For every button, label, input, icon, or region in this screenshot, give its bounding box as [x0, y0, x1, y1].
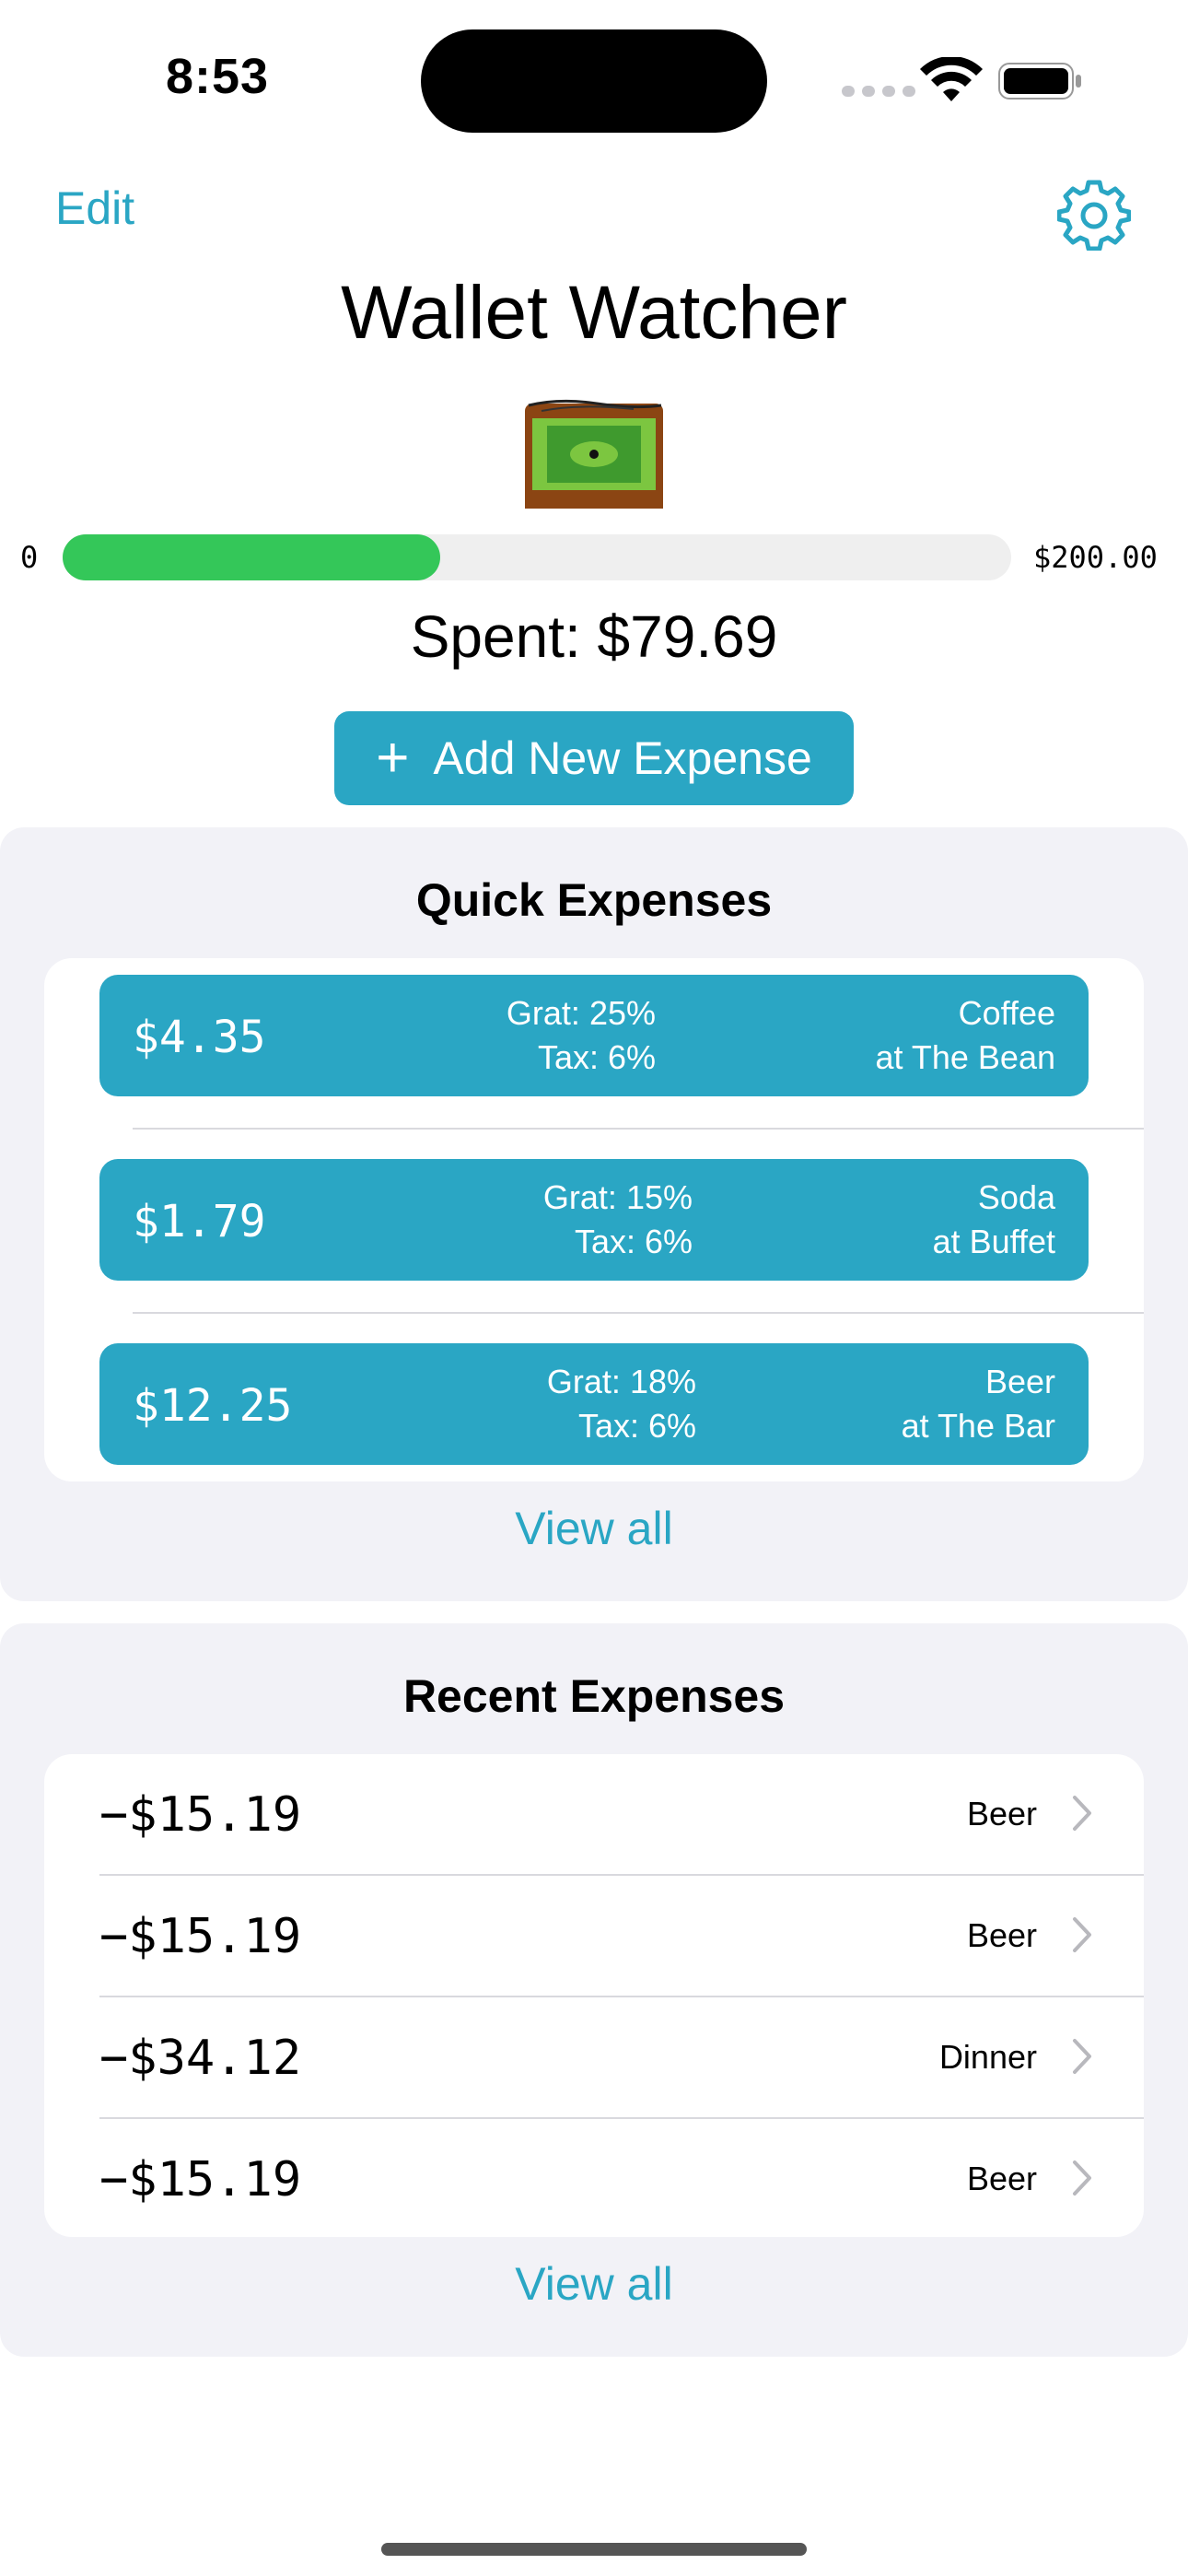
edit-button[interactable]: Edit	[55, 181, 134, 235]
battery-icon	[998, 63, 1081, 100]
divider	[133, 1312, 1144, 1314]
wifi-icon	[920, 57, 983, 101]
chevron-right-icon	[1073, 1796, 1091, 1831]
plus-icon: +	[376, 726, 410, 790]
expense-amount: −$15.19	[99, 2152, 302, 2207]
expense-amount: −$34.12	[99, 2031, 302, 2086]
quick-expense-rates: Grat: 25% Tax: 6%	[507, 991, 656, 1080]
quick-expense-coffee[interactable]: $4.35 Grat: 25% Tax: 6% Coffee at The Be…	[99, 975, 1089, 1096]
item-place: at Buffet	[932, 1223, 1055, 1260]
dynamic-island	[421, 29, 767, 133]
recent-expenses-title: Recent Expenses	[402, 1670, 786, 1722]
budget-max-label: $200.00	[1033, 540, 1158, 575]
gratuity-text: Grat: 25%	[506, 994, 656, 1032]
tax-text: Tax: 6%	[574, 1223, 693, 1260]
home-indicator[interactable]	[381, 2543, 807, 2556]
expense-amount: −$15.19	[99, 1787, 302, 1843]
quick-expense-description: Coffee at The Bean	[876, 991, 1056, 1080]
quick-expense-beer[interactable]: $12.25 Grat: 18% Tax: 6% Beer at The Bar	[99, 1343, 1089, 1465]
gear-icon[interactable]	[1057, 177, 1131, 251]
quick-expense-amount: $1.79	[133, 1196, 266, 1247]
item-name: Soda	[977, 1178, 1055, 1216]
recent-expense-row[interactable]: −$15.19 Beer	[44, 2119, 1144, 2239]
chevron-right-icon	[1073, 2039, 1091, 2074]
recent-expense-row[interactable]: −$15.19 Beer	[44, 1876, 1144, 1996]
tax-text: Tax: 6%	[577, 1407, 696, 1445]
chevron-right-icon	[1073, 1917, 1091, 1952]
page-title: Wallet Watcher	[341, 271, 847, 355]
recent-expense-row[interactable]: −$34.12 Dinner	[44, 1997, 1144, 2117]
gratuity-text: Grat: 15%	[542, 1178, 693, 1216]
quick-expense-amount: $4.35	[133, 1012, 266, 1063]
status-time: 8:53	[166, 49, 270, 104]
divider	[133, 1128, 1144, 1130]
cellular-signal-icon	[842, 86, 915, 97]
quick-expenses-title: Quick Expenses	[415, 874, 773, 926]
quick-expense-description: Soda at Buffet	[933, 1176, 1055, 1264]
wallet-icon	[525, 399, 663, 509]
quick-expense-rates: Grat: 15% Tax: 6%	[543, 1176, 693, 1264]
add-expense-button[interactable]: + Add New Expense	[334, 711, 854, 805]
recent-expense-row[interactable]: −$15.19 Beer	[44, 1754, 1144, 1874]
spent-total: Spent: $79.69	[410, 603, 778, 670]
budget-progress-fill	[63, 534, 440, 580]
chevron-right-icon	[1073, 2160, 1091, 2195]
expense-label: Beer	[966, 2160, 1037, 2197]
recent-view-all-link[interactable]: View all	[0, 2257, 1188, 2311]
expense-amount: −$15.19	[99, 1909, 302, 1964]
expense-label: Beer	[966, 1916, 1037, 1954]
item-place: at The Bar	[901, 1407, 1055, 1445]
quick-expense-rates: Grat: 18% Tax: 6%	[547, 1360, 696, 1448]
quick-view-all-link[interactable]: View all	[0, 1502, 1188, 1555]
item-place: at The Bean	[875, 1038, 1056, 1076]
quick-expense-amount: $12.25	[133, 1380, 293, 1432]
item-name: Coffee	[958, 994, 1055, 1032]
quick-expense-description: Beer at The Bar	[902, 1360, 1055, 1448]
add-expense-label: Add New Expense	[433, 732, 812, 784]
item-name: Beer	[984, 1363, 1055, 1400]
quick-expense-soda[interactable]: $1.79 Grat: 15% Tax: 6% Soda at Buffet	[99, 1159, 1089, 1281]
gratuity-text: Grat: 18%	[546, 1363, 696, 1400]
tax-text: Tax: 6%	[537, 1038, 656, 1076]
expense-label: Dinner	[938, 2038, 1037, 2076]
budget-min-label: 0	[20, 540, 39, 575]
expense-label: Beer	[966, 1795, 1037, 1832]
